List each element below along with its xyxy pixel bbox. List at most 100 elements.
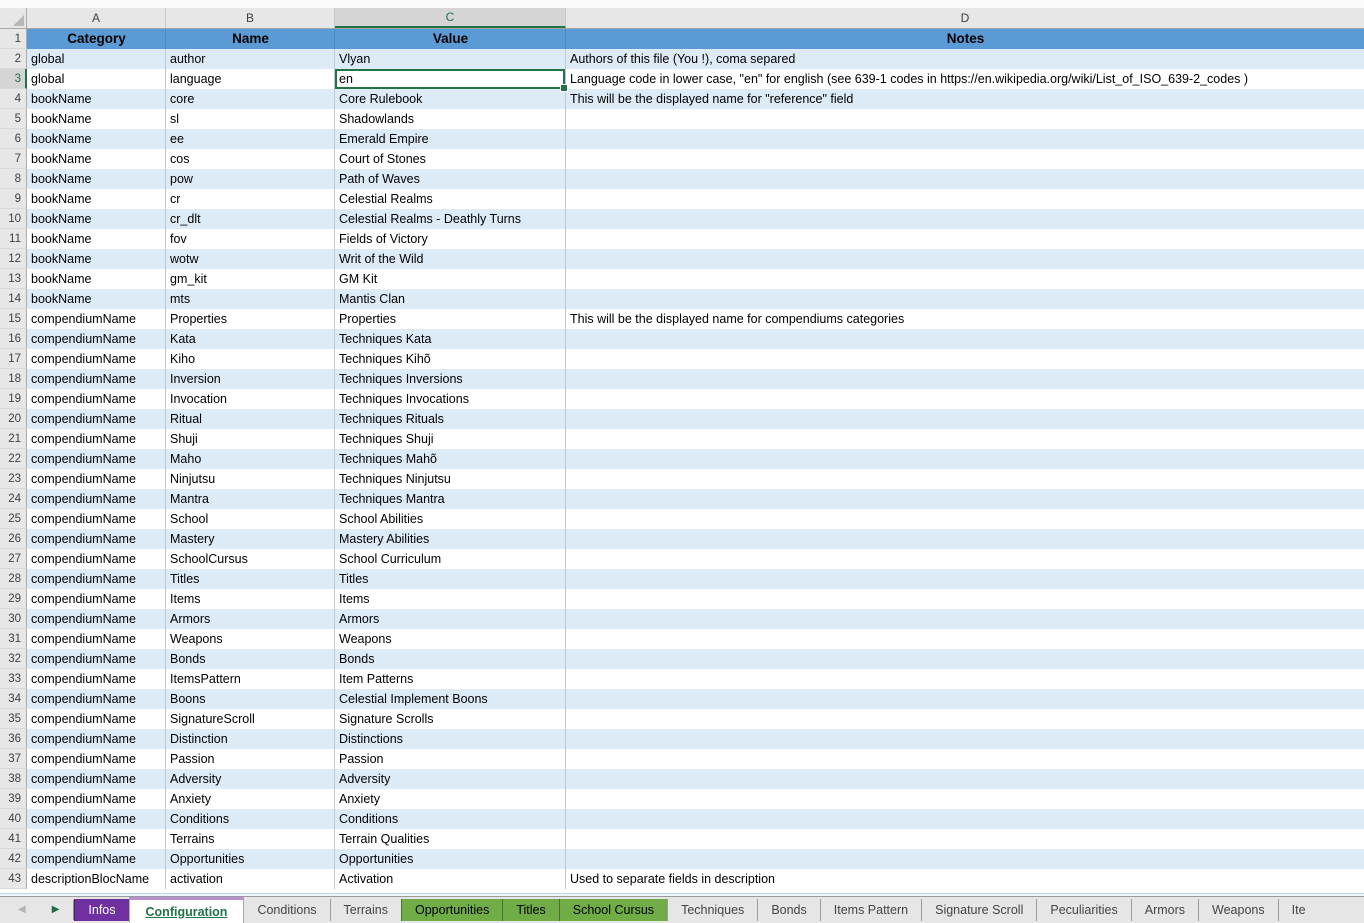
- row-number[interactable]: 17: [0, 349, 27, 369]
- cell-category[interactable]: compendiumName: [27, 769, 166, 789]
- cell-notes[interactable]: This will be the displayed name for comp…: [566, 309, 1364, 329]
- cell-category[interactable]: compendiumName: [27, 409, 166, 429]
- cell-name[interactable]: Maho: [166, 449, 335, 469]
- cell-value[interactable]: Weapons: [335, 629, 566, 649]
- next-sheet-arrow-icon[interactable]: ▶: [52, 905, 60, 915]
- row-number[interactable]: 11: [0, 229, 27, 249]
- row-number[interactable]: 8: [0, 169, 27, 189]
- sheet-tab-configuration[interactable]: Configuration: [129, 897, 245, 923]
- cell-name[interactable]: Ritual: [166, 409, 335, 429]
- cell-value[interactable]: en: [335, 69, 566, 89]
- cell-notes[interactable]: Language code in lower case, "en" for en…: [566, 69, 1364, 89]
- cell-notes[interactable]: [566, 829, 1364, 849]
- sheet-tab-terrains[interactable]: Terrains: [330, 899, 401, 921]
- row-number[interactable]: 4: [0, 89, 27, 109]
- cell-category[interactable]: compendiumName: [27, 309, 166, 329]
- cell-category[interactable]: compendiumName: [27, 329, 166, 349]
- cell-name[interactable]: author: [166, 49, 335, 69]
- cell-notes[interactable]: [566, 409, 1364, 429]
- cell-value[interactable]: Techniques Mahõ: [335, 449, 566, 469]
- cell-value[interactable]: Shadowlands: [335, 109, 566, 129]
- row-number[interactable]: 37: [0, 749, 27, 769]
- cell-name[interactable]: Titles: [166, 569, 335, 589]
- cell-value[interactable]: Techniques Ninjutsu: [335, 469, 566, 489]
- cell-value[interactable]: Techniques Mantra: [335, 489, 566, 509]
- cell-notes[interactable]: [566, 209, 1364, 229]
- cell-notes[interactable]: [566, 789, 1364, 809]
- row-number[interactable]: 20: [0, 409, 27, 429]
- cell-value[interactable]: Activation: [335, 869, 566, 889]
- sheet-tab-weapons[interactable]: Weapons: [1198, 899, 1278, 921]
- row-number[interactable]: 5: [0, 109, 27, 129]
- cell-category[interactable]: compendiumName: [27, 829, 166, 849]
- cell-value[interactable]: Mantis Clan: [335, 289, 566, 309]
- cell-notes[interactable]: [566, 349, 1364, 369]
- sheet-tab-infos[interactable]: Infos: [74, 899, 128, 921]
- row-number[interactable]: 18: [0, 369, 27, 389]
- cell-name[interactable]: Inversion: [166, 369, 335, 389]
- cell-category[interactable]: global: [27, 69, 166, 89]
- row-number[interactable]: 3: [0, 69, 27, 89]
- cell-name[interactable]: Conditions: [166, 809, 335, 829]
- row-number[interactable]: 24: [0, 489, 27, 509]
- cell-value[interactable]: Opportunities: [335, 849, 566, 869]
- cell-value[interactable]: Distinctions: [335, 729, 566, 749]
- cell-notes[interactable]: [566, 389, 1364, 409]
- row-number[interactable]: 23: [0, 469, 27, 489]
- cell-notes[interactable]: [566, 189, 1364, 209]
- row-number[interactable]: 19: [0, 389, 27, 409]
- cell-value[interactable]: Core Rulebook: [335, 89, 566, 109]
- select-all-corner[interactable]: [0, 8, 27, 28]
- cell-value[interactable]: Passion: [335, 749, 566, 769]
- cell-category[interactable]: compendiumName: [27, 349, 166, 369]
- cell-notes[interactable]: [566, 329, 1364, 349]
- row-number[interactable]: 16: [0, 329, 27, 349]
- cell-category[interactable]: bookName: [27, 169, 166, 189]
- cell-category[interactable]: compendiumName: [27, 669, 166, 689]
- cell-category[interactable]: bookName: [27, 269, 166, 289]
- cell-value[interactable]: Techniques Rituals: [335, 409, 566, 429]
- column-header-a[interactable]: A: [27, 8, 166, 28]
- row-number[interactable]: 2: [0, 49, 27, 69]
- cell-category[interactable]: descriptionBlocName: [27, 869, 166, 889]
- cell-value[interactable]: Techniques Kihõ: [335, 349, 566, 369]
- cell-category[interactable]: compendiumName: [27, 649, 166, 669]
- cell-name[interactable]: Shuji: [166, 429, 335, 449]
- cell-category[interactable]: bookName: [27, 249, 166, 269]
- sheet-tab-ite[interactable]: Ite: [1278, 899, 1319, 921]
- cell-name[interactable]: activation: [166, 869, 335, 889]
- column-header-b[interactable]: B: [166, 8, 335, 28]
- row-number[interactable]: 31: [0, 629, 27, 649]
- cell-value[interactable]: Techniques Invocations: [335, 389, 566, 409]
- row-number[interactable]: 1: [0, 29, 27, 49]
- cell-category[interactable]: global: [27, 49, 166, 69]
- cell-name[interactable]: wotw: [166, 249, 335, 269]
- cell-category[interactable]: compendiumName: [27, 449, 166, 469]
- cell-category[interactable]: compendiumName: [27, 569, 166, 589]
- cell-category[interactable]: bookName: [27, 189, 166, 209]
- cell-name[interactable]: Terrains: [166, 829, 335, 849]
- cell-value[interactable]: Celestial Implement Boons: [335, 689, 566, 709]
- cell-notes[interactable]: [566, 769, 1364, 789]
- cell-category[interactable]: compendiumName: [27, 709, 166, 729]
- cell-name[interactable]: Invocation: [166, 389, 335, 409]
- cell-notes[interactable]: [566, 129, 1364, 149]
- row-number[interactable]: 29: [0, 589, 27, 609]
- cell-value[interactable]: Properties: [335, 309, 566, 329]
- row-number[interactable]: 12: [0, 249, 27, 269]
- row-number[interactable]: 27: [0, 549, 27, 569]
- cell-category[interactable]: compendiumName: [27, 789, 166, 809]
- cell-notes[interactable]: [566, 469, 1364, 489]
- cell-name[interactable]: Bonds: [166, 649, 335, 669]
- cell-name[interactable]: Properties: [166, 309, 335, 329]
- cell-category[interactable]: compendiumName: [27, 809, 166, 829]
- cell-name[interactable]: Distinction: [166, 729, 335, 749]
- cell-name[interactable]: Kiho: [166, 349, 335, 369]
- cell-notes[interactable]: [566, 669, 1364, 689]
- cell-name[interactable]: Passion: [166, 749, 335, 769]
- cell-name[interactable]: pow: [166, 169, 335, 189]
- cell-category[interactable]: compendiumName: [27, 629, 166, 649]
- row-number[interactable]: 38: [0, 769, 27, 789]
- cell-category[interactable]: bookName: [27, 109, 166, 129]
- cell-name[interactable]: Armors: [166, 609, 335, 629]
